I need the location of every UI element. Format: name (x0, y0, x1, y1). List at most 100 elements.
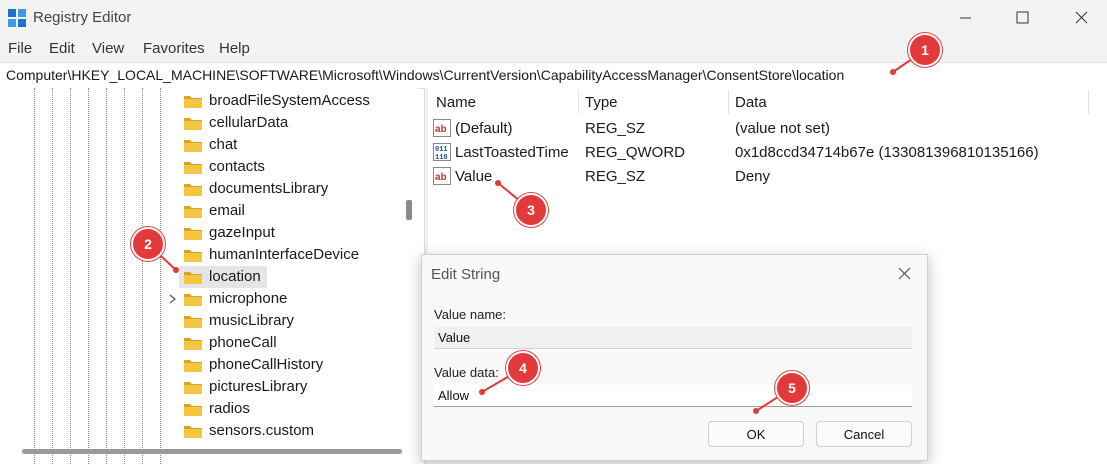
column-separator[interactable] (578, 90, 579, 114)
folder-icon (184, 140, 202, 152)
tree-guide-line (142, 88, 143, 464)
minimize-icon (960, 17, 971, 19)
folder-icon (184, 162, 202, 174)
value-row-lasttoastedtime[interactable]: 011 110 LastToastedTime REG_QWORD 0x1d8c… (428, 140, 1107, 164)
svg-text:110: 110 (435, 154, 448, 161)
tree-item[interactable]: documentsLibrary (165, 178, 415, 200)
tree-item[interactable]: sensors.custom (165, 420, 415, 442)
key-tree-pane[interactable]: broadFileSystemAccess cellularData chat con… (0, 88, 418, 464)
folder-icon (184, 338, 202, 350)
tree-item[interactable]: humanInterfaceDevice (165, 244, 415, 266)
folder-icon (184, 272, 202, 284)
value-type: REG_SZ (585, 168, 646, 185)
tree-item-label: musicLibrary (209, 312, 295, 329)
callout-2: 2 (131, 227, 165, 261)
value-type: REG_QWORD (585, 144, 686, 161)
tree-item-label: chat (209, 136, 238, 153)
tree-item-label: humanInterfaceDevice (209, 246, 360, 263)
address-path[interactable]: Computer\HKEY_LOCAL_MACHINE\SOFTWARE\Mic… (6, 67, 844, 83)
tree-guide-line (88, 88, 89, 464)
tree-item-label: sensors.custom (209, 422, 315, 439)
tree-item-label: email (209, 202, 245, 219)
folder-icon (184, 228, 202, 240)
tree-item[interactable]: musicLibrary (165, 310, 415, 332)
tree-guide-line (160, 88, 161, 464)
edit-string-dialog: Edit String Value name: Value data: OK C… (421, 254, 928, 461)
tree-item[interactable]: phoneCall (165, 332, 415, 354)
close-icon (1075, 11, 1088, 24)
menu-file[interactable]: File (8, 40, 32, 57)
tree-item[interactable]: broadFileSystemAccess (165, 90, 415, 112)
tree-vertical-scrollbar[interactable] (406, 200, 412, 220)
tree-item-label: cellularData (209, 114, 289, 131)
folder-icon (184, 404, 202, 416)
tree-item[interactable]: contacts (165, 156, 415, 178)
callout-5: 5 (775, 371, 809, 405)
folder-icon (184, 184, 202, 196)
tree-guide-line (70, 88, 71, 464)
value-name: Value (455, 168, 493, 185)
cancel-button[interactable]: Cancel (816, 421, 912, 447)
folder-icon (184, 426, 202, 438)
binary-value-icon: 011 110 (433, 143, 451, 161)
tree-item[interactable]: cellularData (165, 112, 415, 134)
tree-guide-line (52, 88, 53, 464)
tree-item[interactable]: location (165, 266, 415, 288)
column-header-type[interactable]: Type (585, 94, 618, 111)
menu-edit[interactable]: Edit (49, 40, 75, 57)
tree-item-label: contacts (209, 158, 265, 175)
tree-guide-line (34, 88, 35, 464)
close-icon (898, 267, 911, 280)
tree-item-label: phoneCall (209, 334, 277, 351)
folder-icon (184, 118, 202, 130)
tree-guide-line (124, 88, 125, 464)
folder-icon (184, 360, 202, 372)
value-name: (Default) (455, 120, 513, 137)
tree-horizontal-scrollbar[interactable] (22, 449, 402, 454)
tree-item[interactable]: gazeInput (165, 222, 415, 244)
folder-icon (184, 382, 202, 394)
string-value-icon: ab (433, 167, 451, 185)
value-row-default[interactable]: ab (Default) REG_SZ (value not set) (428, 116, 1107, 140)
value-data: Deny (735, 168, 771, 185)
tree-item[interactable]: picturesLibrary (165, 376, 415, 398)
column-separator[interactable] (728, 90, 729, 114)
value-row-value[interactable]: ab Value REG_SZ Deny (428, 164, 1107, 188)
svg-text:011: 011 (435, 146, 448, 154)
menu-help[interactable]: Help (219, 40, 250, 57)
string-value-icon: ab (433, 119, 451, 137)
tree-item-label: broadFileSystemAccess (209, 92, 370, 109)
folder-icon (184, 294, 202, 306)
tree-guide-line (106, 88, 107, 464)
column-separator[interactable] (1088, 90, 1089, 114)
minimize-button[interactable] (940, 0, 990, 36)
ok-button[interactable]: OK (708, 421, 804, 447)
callout-3: 3 (514, 193, 548, 227)
menu-favorites[interactable]: Favorites (143, 40, 205, 57)
value-data: 0x1d8ccd34714b67e (133081396810135166) (735, 144, 1039, 161)
maximize-button[interactable] (998, 0, 1048, 36)
tree-item-label: gazeInput (209, 224, 275, 241)
tree-item-label: radios (209, 400, 250, 417)
close-button[interactable] (1057, 0, 1107, 36)
tree-item[interactable]: email (165, 200, 415, 222)
column-header-name[interactable]: Name (436, 94, 476, 111)
window-title: Registry Editor (33, 9, 132, 26)
menu-view[interactable]: View (92, 40, 124, 57)
tree-item-label: location (209, 268, 261, 285)
dialog-close-button[interactable] (892, 261, 918, 287)
address-bar[interactable]: Computer\HKEY_LOCAL_MACHINE\SOFTWARE\Mic… (0, 62, 1107, 89)
column-header-data[interactable]: Data (735, 94, 767, 111)
tree-item[interactable]: chat (165, 134, 415, 156)
folder-icon (184, 250, 202, 262)
tree-item-label: documentsLibrary (209, 180, 329, 197)
tree-item[interactable]: radios (165, 398, 415, 420)
tree-item[interactable]: phoneCallHistory (165, 354, 415, 376)
maximize-icon (1016, 11, 1029, 24)
chevron-right-icon[interactable] (169, 294, 177, 304)
title-bar: Registry Editor (0, 0, 1107, 36)
tree-item-label: microphone (209, 290, 288, 307)
tree-item-label: picturesLibrary (209, 378, 308, 395)
value-data-field[interactable] (434, 385, 912, 407)
tree-item[interactable]: microphone (165, 288, 415, 310)
